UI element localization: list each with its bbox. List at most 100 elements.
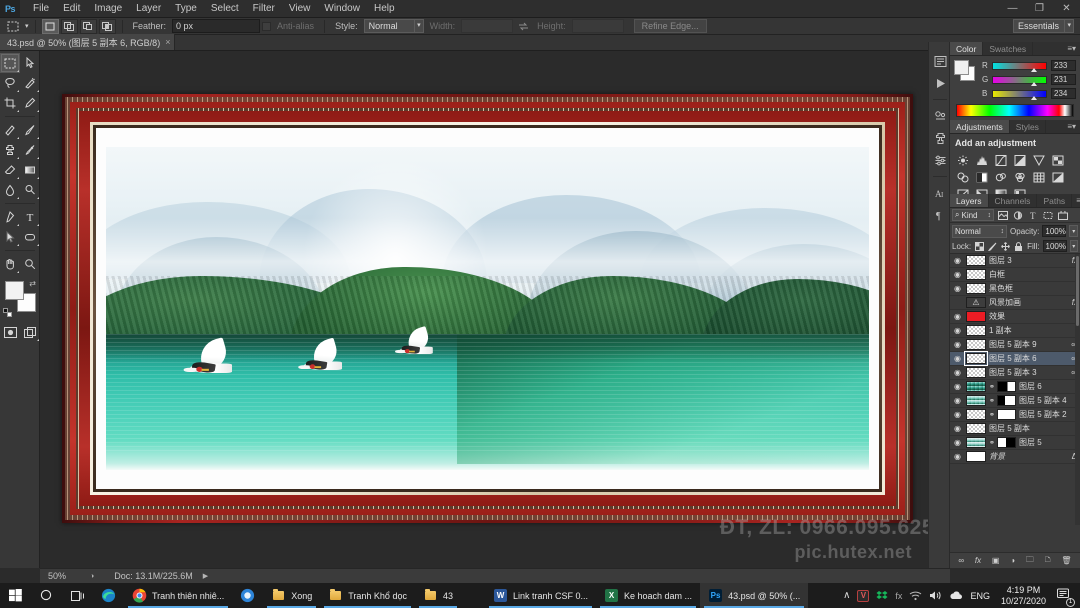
smart-object-filter-icon[interactable] [1056, 209, 1069, 222]
eraser-tool[interactable] [0, 160, 20, 180]
new-group-icon[interactable]: 🗀 [1026, 554, 1034, 568]
layer-name[interactable]: 图层 5 [1019, 437, 1080, 448]
quick-mask-tool[interactable] [0, 322, 20, 342]
blur-tool[interactable] [0, 180, 20, 200]
delete-layer-icon[interactable]: 🗑 [1061, 556, 1071, 565]
slider-b[interactable] [992, 89, 1047, 100]
layer-row[interactable]: ◉ 效果 [950, 310, 1080, 324]
add-style-icon[interactable]: fx [975, 556, 981, 565]
invert-icon[interactable] [1050, 170, 1065, 184]
shape-tool[interactable] [20, 227, 40, 247]
layer-visibility-icon[interactable]: ◉ [952, 424, 963, 433]
notification-center-icon[interactable]: 1 [1057, 588, 1075, 607]
type-filter-icon[interactable]: T [1026, 209, 1039, 222]
menu-item-layer[interactable]: Layer [129, 0, 168, 17]
quick-selection-tool[interactable] [20, 73, 40, 93]
blend-mode-select[interactable]: Normal [952, 224, 1008, 238]
close-button[interactable]: ✕ [1053, 0, 1080, 18]
mask-link-icon[interactable]: ⚭ [989, 383, 995, 391]
layer-row[interactable]: ◉ 图层 5 副本 [950, 422, 1080, 436]
layer-visibility-icon[interactable]: ◉ [952, 396, 963, 405]
slider-knob-g[interactable] [1031, 81, 1037, 86]
slider-knob-r[interactable] [1031, 67, 1037, 72]
swap-colors-icon[interactable]: ⇄ [29, 279, 36, 288]
layer-row[interactable]: ◉ 白框 [950, 268, 1080, 282]
photo-filter-icon[interactable] [993, 170, 1008, 184]
history-brush-tool[interactable] [20, 140, 40, 160]
slider-knob-b[interactable] [1031, 95, 1037, 100]
onedrive-icon[interactable] [949, 590, 963, 601]
lasso-tool[interactable] [0, 73, 20, 93]
value-r[interactable]: 233 [1051, 60, 1076, 71]
layer-visibility-icon[interactable]: ◉ [952, 354, 963, 363]
clone-source-icon[interactable] [929, 127, 951, 149]
layer-visibility-icon[interactable]: ◉ [952, 270, 963, 279]
layer-row[interactable]: ◉背景Δ [950, 450, 1080, 464]
clock[interactable]: 4:19 PM 10/27/2020 [997, 585, 1050, 607]
layer-visibility-icon[interactable]: ◉ [952, 256, 963, 265]
layer-name[interactable]: 图层 5 副本 6 [989, 353, 1068, 364]
gradient-tool[interactable] [20, 160, 40, 180]
layer-row[interactable]: ◉ ⚭ 图层 6 [950, 380, 1080, 394]
taskbar-item-word[interactable]: W Link tranh CSF 0... [485, 583, 596, 608]
layer-thumbnail[interactable] [966, 255, 986, 266]
layer-name[interactable]: 效果 [989, 311, 1080, 322]
lock-position-icon[interactable] [1001, 241, 1011, 252]
tool-preset-chevron-icon[interactable]: ▾ [25, 22, 29, 30]
search-button[interactable] [31, 583, 62, 608]
menu-item-edit[interactable]: Edit [56, 0, 87, 17]
layer-row[interactable]: ◉ ⚭ 图层 5 副本 4 [950, 394, 1080, 408]
layer-thumbnail[interactable] [966, 269, 986, 280]
layer-row[interactable]: ◉图层 5 副本 9∞ [950, 338, 1080, 352]
hue-saturation-icon[interactable] [1050, 153, 1065, 167]
taskbar-item-chrome[interactable]: Tranh thiên nhiê... [124, 583, 232, 608]
layer-visibility-icon[interactable]: ◉ [952, 284, 963, 293]
properties-icon[interactable] [929, 149, 951, 171]
layer-name[interactable]: 白框 [989, 269, 1080, 280]
layer-name[interactable]: 图层 5 副本 2 [1019, 409, 1080, 420]
menu-item-window[interactable]: Window [317, 0, 367, 17]
mask-link-icon[interactable]: ⚭ [989, 439, 995, 447]
layer-thumbnail[interactable] [966, 283, 986, 294]
fill-value[interactable]: 100% [1042, 240, 1067, 252]
layer-mask-thumbnail[interactable] [997, 437, 1016, 448]
adjustment-filter-icon[interactable] [1011, 209, 1024, 222]
layer-name[interactable]: 黑色框 [989, 283, 1080, 294]
zoom-tool[interactable] [20, 254, 40, 274]
opacity-value[interactable]: 100% [1042, 225, 1067, 237]
add-mask-icon[interactable]: ▣ [992, 556, 1000, 565]
screen-mode-tool[interactable] [20, 322, 40, 342]
value-b[interactable]: 234 [1051, 88, 1076, 99]
lock-transparency-icon[interactable] [974, 241, 984, 252]
menu-item-filter[interactable]: Filter [246, 0, 282, 17]
layer-visibility-icon[interactable]: ◉ [952, 410, 963, 419]
layer-visibility-icon[interactable]: ◉ [952, 326, 963, 335]
new-selection-button[interactable] [41, 18, 59, 34]
restore-button[interactable]: ❐ [1026, 0, 1053, 18]
brightness-contrast-icon[interactable] [955, 153, 970, 167]
value-g[interactable]: 231 [1051, 74, 1076, 85]
menu-item-image[interactable]: Image [87, 0, 129, 17]
mask-link-icon[interactable]: ⚭ [989, 397, 995, 405]
menu-item-help[interactable]: Help [367, 0, 402, 17]
layer-list-scrollbar-thumb[interactable] [1076, 256, 1079, 326]
taskbar-item-edge[interactable] [93, 583, 124, 608]
panel-menu-icon[interactable]: ≡▾ [1063, 120, 1080, 133]
layer-name[interactable]: 图层 3 [989, 255, 1069, 266]
task-view-button[interactable] [62, 583, 93, 608]
close-icon[interactable]: × [165, 37, 170, 47]
layer-name[interactable]: 图层 5 副本 3 [989, 367, 1068, 378]
exposure-icon[interactable] [1012, 153, 1027, 167]
lock-image-icon[interactable] [987, 241, 997, 252]
canvas-area[interactable]: ĐT, ZL: 0966.095.625 pic.hutex.net [40, 51, 950, 568]
layer-name[interactable]: 风景加画 [989, 297, 1069, 308]
history-icon[interactable] [929, 50, 951, 72]
type-tool[interactable]: T [20, 207, 40, 227]
layer-thumbnail[interactable] [966, 381, 986, 392]
pen-tool[interactable] [0, 207, 20, 227]
opacity-stepper[interactable]: ▾ [1069, 225, 1078, 237]
layer-filter-kind-select[interactable]: ⌕ Kind [952, 209, 994, 221]
foreground-color-swatch[interactable] [5, 281, 24, 300]
taskbar-item-excel[interactable]: X Ke hoach dam ... [596, 583, 700, 608]
taskbar-item-browser[interactable] [232, 583, 263, 608]
